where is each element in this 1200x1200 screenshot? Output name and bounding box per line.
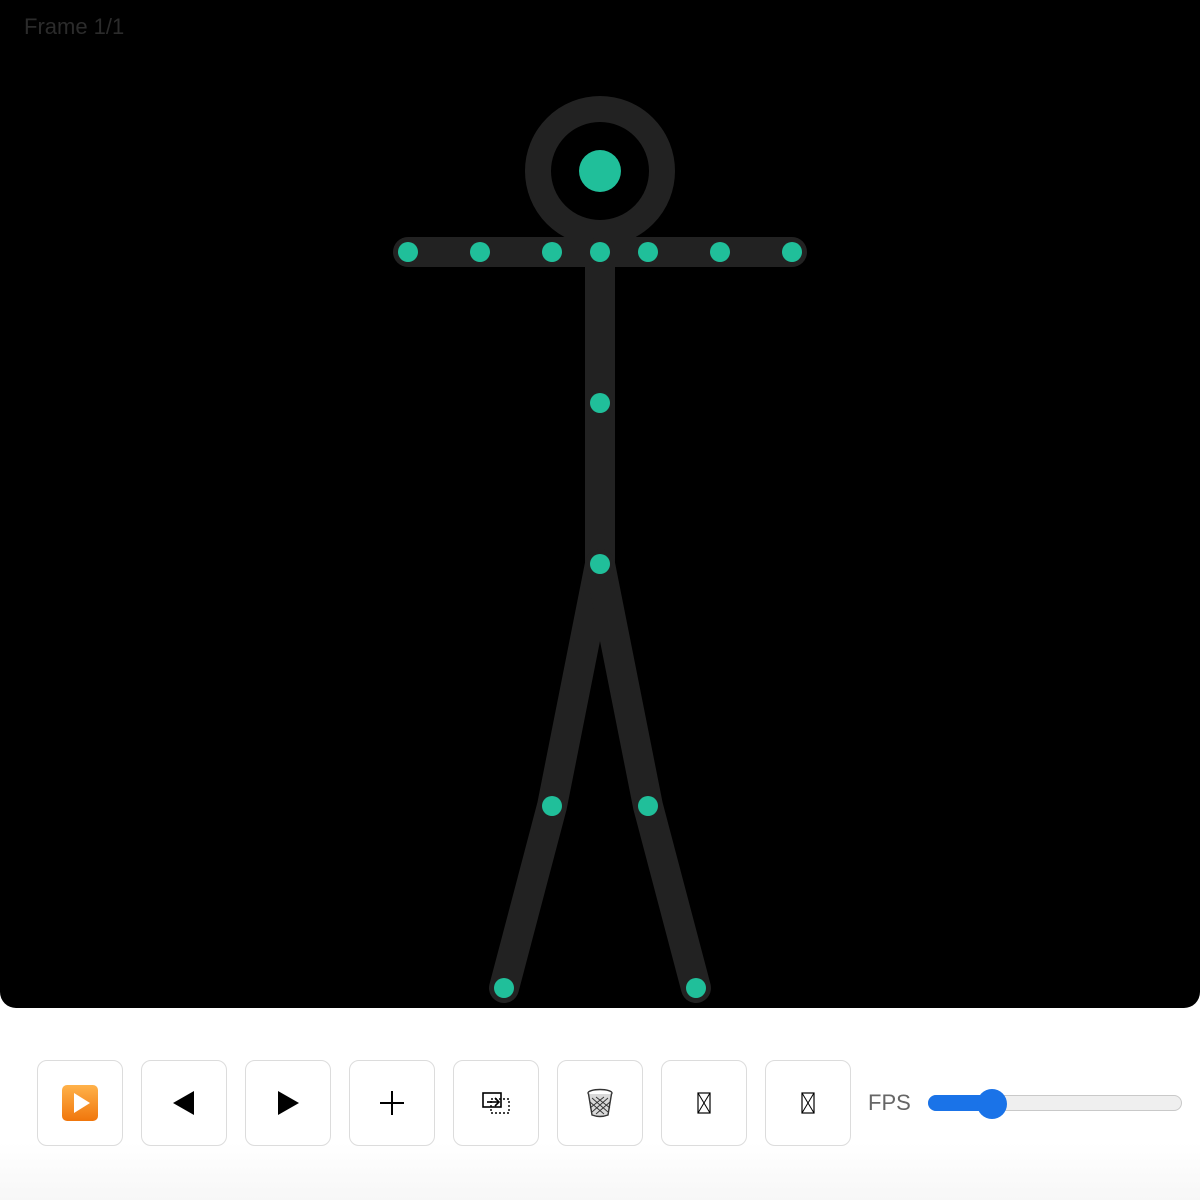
joint-chest[interactable] [590,393,610,413]
triangle-left-icon [173,1091,194,1115]
triangle-right-icon [278,1091,299,1115]
figure-limbs [393,96,807,1003]
tool-button-7[interactable] [661,1060,747,1146]
copy-frame-icon [482,1092,510,1114]
animation-canvas[interactable]: Frame 1/1 [0,0,1200,1008]
next-frame-button[interactable] [245,1060,331,1146]
fps-slider-thumb[interactable] [977,1089,1008,1119]
joint-left-knee[interactable] [542,796,562,816]
joint-left-hand[interactable] [398,242,418,262]
tool-button-8[interactable] [765,1060,851,1146]
joint-left-elbow[interactable] [470,242,490,262]
joint-right-knee[interactable] [638,796,658,816]
play-icon [62,1085,98,1121]
joint-right-hand[interactable] [782,242,802,262]
figure-right-leg [585,549,711,1003]
delete-frame-button[interactable] [557,1060,643,1146]
missing-glyph-icon [697,1092,711,1114]
wastebasket-icon [587,1088,613,1118]
figure-left-leg [489,549,615,1003]
toolbar: FPS [0,1008,1200,1200]
missing-glyph-icon [801,1092,815,1114]
joint-right-elbow[interactable] [710,242,730,262]
joint-right-shoulder[interactable] [638,242,658,262]
joint-right-foot[interactable] [686,978,706,998]
duplicate-frame-button[interactable] [453,1060,539,1146]
fps-label: FPS [868,1090,911,1115]
prev-frame-button[interactable] [141,1060,227,1146]
play-button[interactable] [37,1060,123,1146]
joint-left-shoulder[interactable] [542,242,562,262]
joint-neck[interactable] [590,242,610,262]
stick-figure[interactable] [0,0,1200,1008]
add-frame-button[interactable] [349,1060,435,1146]
fps-slider[interactable] [928,1089,1182,1119]
plus-icon [380,1091,404,1115]
joint-head[interactable] [579,150,621,192]
joint-hip[interactable] [590,554,610,574]
joint-left-foot[interactable] [494,978,514,998]
